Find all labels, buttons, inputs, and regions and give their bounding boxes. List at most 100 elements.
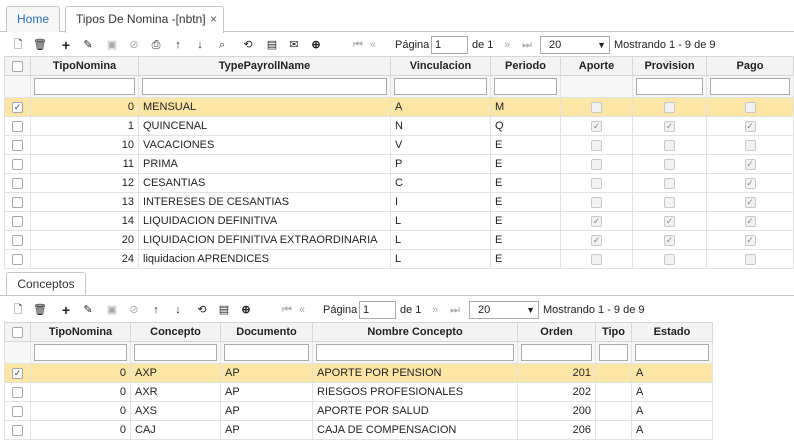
new-document-icon[interactable]: 🗋: [10, 302, 26, 318]
filter-concepto-input[interactable]: [134, 344, 217, 361]
aporte-checkbox[interactable]: [591, 139, 602, 151]
select-all-header[interactable]: [4, 322, 31, 342]
table-row[interactable]: 11 PRIMA P E ✓: [4, 154, 794, 174]
cancel-icon[interactable]: ⊘: [126, 302, 142, 318]
col-header-concepto[interactable]: Concepto: [130, 322, 221, 342]
row-select-checkbox[interactable]: [12, 158, 23, 170]
provision-checkbox[interactable]: ✓: [664, 234, 675, 246]
table-row[interactable]: ✓ 0 MENSUAL A M: [4, 97, 794, 117]
arrow-down-icon[interactable]: ↓: [192, 37, 208, 53]
next-page-icon[interactable]: »: [432, 301, 438, 319]
add-icon[interactable]: +: [58, 37, 74, 53]
pago-checkbox[interactable]: [744, 253, 756, 265]
first-page-icon[interactable]: ⏮: [282, 301, 292, 319]
save-icon[interactable]: ▣: [104, 302, 120, 318]
trash-icon[interactable]: 🗑: [32, 302, 48, 318]
table-row[interactable]: 0 CAJ AP CAJA DE COMPENSACION 206 A: [4, 420, 713, 440]
filter-documento-input[interactable]: [224, 344, 309, 361]
aporte-checkbox[interactable]: [591, 101, 602, 113]
table-row[interactable]: 1 QUINCENAL N Q ✓ ✓ ✓: [4, 116, 794, 136]
provision-checkbox[interactable]: [664, 101, 675, 113]
col-header-orden[interactable]: Orden: [517, 322, 596, 342]
last-page-icon[interactable]: ⏭: [522, 36, 532, 54]
page-size-select[interactable]: 20 ▼: [540, 36, 610, 54]
aporte-checkbox[interactable]: [591, 158, 602, 170]
row-select-checkbox[interactable]: [12, 405, 23, 417]
close-icon[interactable]: ×: [210, 7, 217, 31]
col-header-estado[interactable]: Estado: [631, 322, 713, 342]
col-header-typepayrollname[interactable]: TypePayrollName: [138, 56, 391, 76]
pago-checkbox[interactable]: ✓: [744, 158, 756, 170]
aporte-checkbox[interactable]: ✓: [591, 215, 602, 227]
filter-nombre-concepto-input[interactable]: [316, 344, 514, 361]
save-icon[interactable]: ▣: [104, 37, 120, 53]
comment-icon[interactable]: ▤: [216, 302, 232, 318]
provision-checkbox[interactable]: [664, 253, 675, 265]
col-header-provision[interactable]: Provision: [632, 56, 707, 76]
page-input[interactable]: 1: [431, 36, 468, 54]
table-row[interactable]: 14 LIQUIDACION DEFINITIVA L E ✓ ✓ ✓: [4, 211, 794, 231]
pago-checkbox[interactable]: ✓: [744, 196, 756, 208]
provision-checkbox[interactable]: ✓: [664, 215, 675, 227]
row-select-checkbox[interactable]: [12, 139, 23, 151]
aporte-checkbox[interactable]: [591, 196, 602, 208]
filter-tipo-input[interactable]: [599, 344, 628, 361]
col-header-tiponomina[interactable]: TipoNomina: [30, 322, 131, 342]
filter-estado-input[interactable]: [635, 344, 709, 361]
table-row[interactable]: 0 AXS AP APORTE POR SALUD 200 A: [4, 401, 713, 421]
cancel-icon[interactable]: ⊘: [126, 37, 142, 53]
row-select-checkbox[interactable]: [12, 196, 23, 208]
select-all-header[interactable]: [4, 56, 31, 76]
row-select-checkbox[interactable]: ✓: [12, 101, 23, 113]
tab-tipos-de-nomina[interactable]: Tipos De Nomina -[nbtn] ×: [65, 6, 224, 33]
table-row[interactable]: 13 INTERESES DE CESANTIAS I E ✓: [4, 192, 794, 212]
col-header-periodo[interactable]: Periodo: [490, 56, 561, 76]
aporte-checkbox[interactable]: ✓: [591, 234, 602, 246]
print-icon[interactable]: ⎙: [148, 37, 164, 53]
comment-icon[interactable]: ▤: [264, 37, 280, 53]
filter-typepayrollname-input[interactable]: [142, 78, 387, 95]
tab-home[interactable]: Home: [6, 6, 60, 32]
arrow-down-icon[interactable]: ↓: [170, 302, 186, 318]
plus-circle-icon[interactable]: ⊕: [238, 302, 254, 318]
col-header-pago[interactable]: Pago: [706, 56, 794, 76]
pago-checkbox[interactable]: ✓: [744, 234, 756, 246]
table-row[interactable]: 10 VACACIONES V E: [4, 135, 794, 155]
pago-checkbox[interactable]: ✓: [744, 177, 756, 189]
arrow-up-icon[interactable]: ↑: [148, 302, 164, 318]
edit-pencil-icon[interactable]: ✎: [80, 37, 96, 53]
select-all-checkbox[interactable]: [12, 326, 23, 338]
table-row[interactable]: ✓ 0 AXP AP APORTE POR PENSION 201 A: [4, 363, 713, 383]
col-header-aporte[interactable]: Aporte: [560, 56, 633, 76]
page-size-select[interactable]: 20 ▼: [469, 301, 539, 319]
col-header-nombre-concepto[interactable]: Nombre Concepto: [312, 322, 518, 342]
provision-checkbox[interactable]: [664, 158, 675, 170]
tab-conceptos[interactable]: Conceptos: [6, 272, 86, 296]
filter-pago-input[interactable]: [710, 78, 790, 95]
last-page-icon[interactable]: ⏭: [450, 301, 460, 319]
row-select-checkbox[interactable]: [12, 234, 23, 246]
filter-orden-input[interactable]: [521, 344, 592, 361]
filter-periodo-input[interactable]: [494, 78, 557, 95]
prev-page-icon[interactable]: «: [370, 36, 376, 54]
table-row[interactable]: 0 AXR AP RIESGOS PROFESIONALES 202 A: [4, 382, 713, 402]
row-select-checkbox[interactable]: [12, 177, 23, 189]
page-input[interactable]: 1: [359, 301, 396, 319]
aporte-checkbox[interactable]: [591, 253, 602, 265]
email-icon[interactable]: ✉: [286, 37, 302, 53]
search-icon[interactable]: ⌕: [214, 37, 230, 53]
edit-pencil-icon[interactable]: ✎: [80, 302, 96, 318]
table-row[interactable]: 24 liquidacion APRENDICES L E: [4, 249, 794, 269]
row-select-checkbox[interactable]: [12, 424, 23, 436]
row-select-checkbox[interactable]: [12, 386, 23, 398]
filter-vinculacion-input[interactable]: [394, 78, 487, 95]
pago-checkbox[interactable]: ✓: [744, 120, 756, 132]
pago-checkbox[interactable]: [744, 101, 756, 113]
row-select-checkbox[interactable]: ✓: [12, 367, 23, 379]
provision-checkbox[interactable]: ✓: [664, 120, 675, 132]
first-page-icon[interactable]: ⏮: [353, 36, 363, 54]
col-header-tipo[interactable]: Tipo: [595, 322, 632, 342]
select-all-checkbox[interactable]: [12, 60, 23, 72]
col-header-tiponomina[interactable]: TipoNomina: [30, 56, 139, 76]
prev-page-icon[interactable]: «: [299, 301, 305, 319]
